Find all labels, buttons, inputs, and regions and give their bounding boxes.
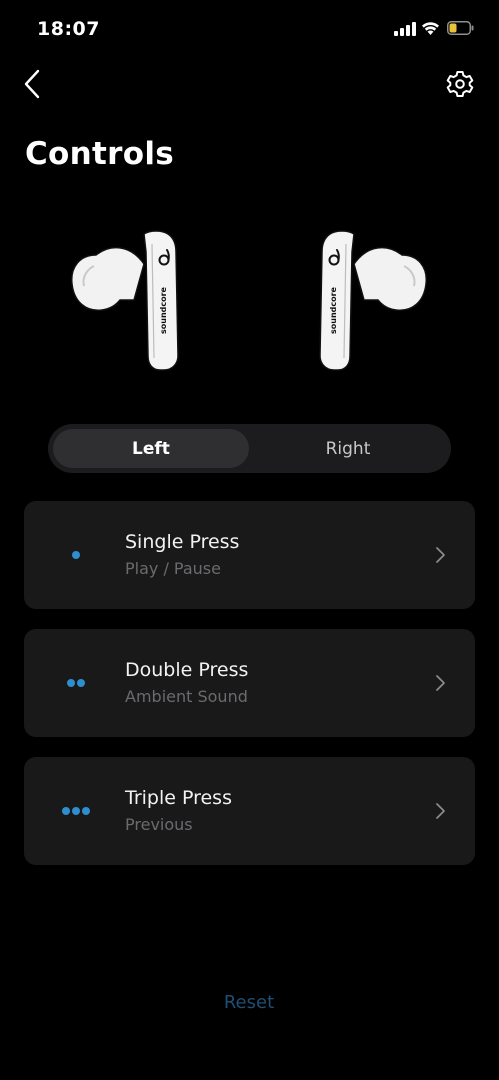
press-dot [82,807,90,815]
chevron-left-icon [24,69,40,99]
chevron-right-icon [436,675,445,691]
tab-left[interactable]: Left [53,429,249,468]
card-action: Previous [125,815,193,834]
chevron-right-icon [436,803,445,819]
page-title: Controls [25,136,174,172]
triple-press-card[interactable]: Triple Press Previous [24,757,475,865]
cellular-signal-icon [394,22,416,36]
press-dot [62,807,70,815]
card-title: Double Press [125,659,249,681]
press-dot [77,679,85,687]
press-dot [72,551,80,559]
chevron-right-icon [436,547,445,563]
tab-right[interactable]: Right [250,429,446,468]
card-title: Single Press [125,531,240,553]
status-time: 18:07 [37,18,100,40]
card-title: Triple Press [125,787,232,809]
side-selector: Left Right [48,424,451,473]
left-earbud-brand-text: soundcore [159,286,168,334]
press-dot [72,807,80,815]
card-action: Play / Pause [125,559,221,578]
back-button[interactable] [16,66,52,102]
status-bar: 18:07 [0,0,499,60]
double-press-dots-icon [54,675,98,691]
left-earbud-image: soundcore [68,222,188,377]
reset-button[interactable]: Reset [199,992,299,1020]
single-press-card[interactable]: Single Press Play / Pause [24,501,475,609]
single-press-dots-icon [54,547,98,563]
settings-button[interactable] [441,65,479,103]
wifi-icon [422,22,439,35]
gear-icon [446,71,474,97]
battery-icon [447,21,474,35]
card-action: Ambient Sound [125,687,248,706]
right-earbud-brand-text: soundcore [329,286,338,334]
triple-press-dots-icon [54,803,98,819]
double-press-card[interactable]: Double Press Ambient Sound [24,629,475,737]
right-earbud-image: soundcore [310,222,430,377]
press-dot [67,679,75,687]
